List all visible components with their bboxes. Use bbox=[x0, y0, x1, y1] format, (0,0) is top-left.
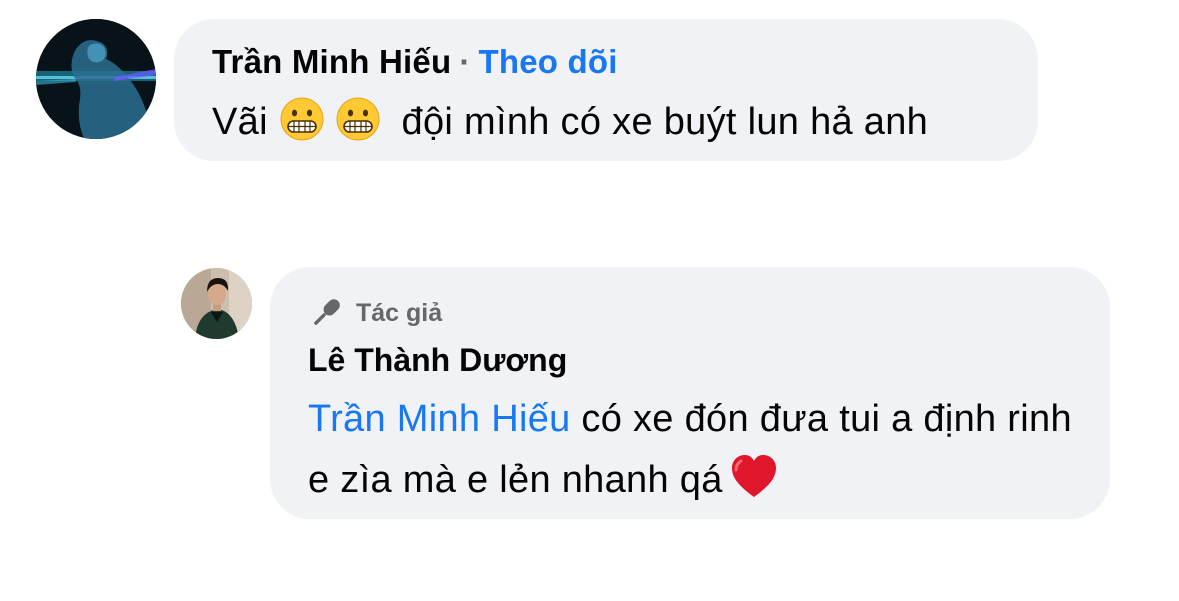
comment-text: Vãi đội mình có xe buýt lun hả anh bbox=[212, 96, 928, 144]
red-heart-emoji-icon bbox=[729, 452, 779, 502]
comment-author-name[interactable]: Trần Minh Hiếu bbox=[212, 43, 451, 80]
mention-link[interactable]: Trần Minh Hiếu bbox=[308, 398, 571, 440]
comment-text-suffix: đội mình có xe buýt lun hả anh bbox=[401, 101, 929, 143]
follow-button[interactable]: Theo dõi bbox=[479, 43, 618, 80]
author-badge-label: Tác giả bbox=[356, 298, 443, 327]
comment-bubble: Trần Minh Hiếu · Theo dõi Vãi đội mình c… bbox=[174, 19, 1038, 161]
grimacing-face-emoji-icon bbox=[335, 96, 381, 142]
comment-header: Trần Minh Hiếu · Theo dõi bbox=[212, 43, 618, 81]
avatar-author[interactable] bbox=[181, 268, 252, 339]
avatar-image bbox=[36, 19, 156, 139]
avatar-commenter[interactable] bbox=[36, 19, 156, 139]
author-badge: Tác giả bbox=[308, 294, 442, 332]
grimacing-face-emoji-icon bbox=[279, 96, 325, 142]
separator-dot: · bbox=[459, 43, 471, 80]
avatar-image bbox=[181, 268, 252, 339]
comment-text-prefix: Vãi bbox=[212, 101, 268, 143]
reply-bubble: Tác giả Lê Thành Dương Trần Minh Hiếu có… bbox=[270, 267, 1110, 519]
reply-author-name[interactable]: Lê Thành Dương bbox=[308, 342, 567, 379]
reply-text: Trần Minh Hiếu có xe đón đưa tui a định … bbox=[308, 389, 1088, 511]
microphone-icon bbox=[308, 295, 344, 331]
